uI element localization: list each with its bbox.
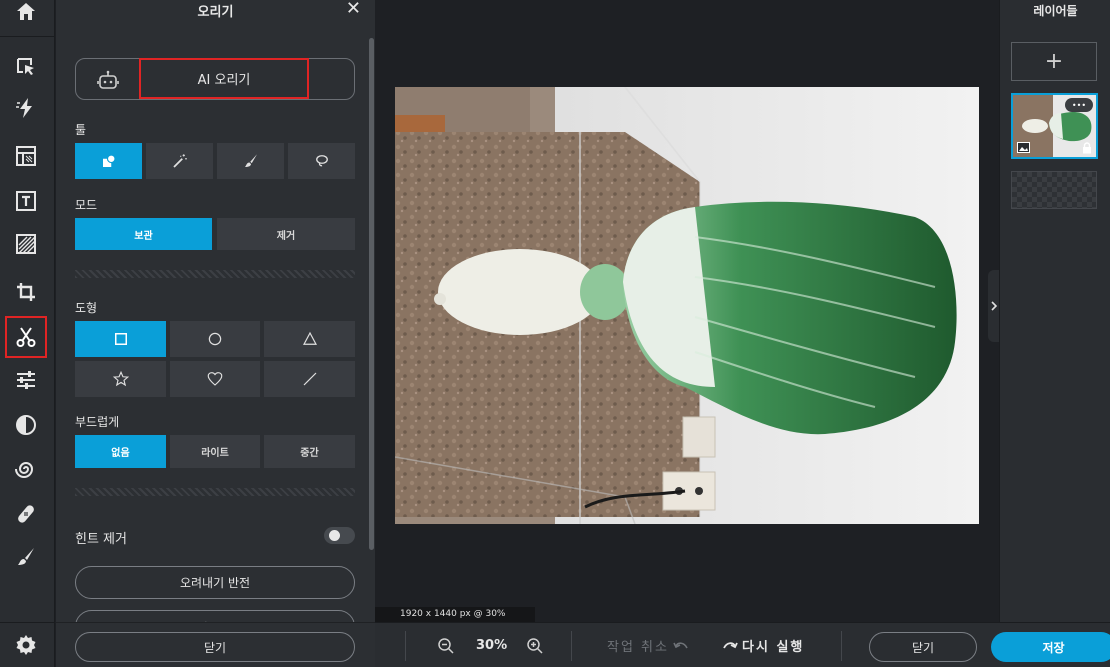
- layers-title: 레이어들: [1033, 3, 1078, 18]
- texture-pattern-icon[interactable]: [6, 224, 46, 264]
- layer-more-button[interactable]: •••: [1065, 98, 1093, 112]
- square-icon: [114, 333, 127, 345]
- magic-wand-icon: [172, 154, 187, 168]
- crop-icon[interactable]: [6, 272, 46, 312]
- cabbage-photo: [395, 87, 979, 524]
- mode-keep-button[interactable]: 보관: [75, 218, 212, 250]
- ai-cutout-button[interactable]: AI 오리기: [75, 58, 355, 100]
- retouch-bandage-icon[interactable]: [6, 494, 46, 534]
- panel-scrollbar[interactable]: [369, 38, 374, 550]
- shape-triangle-button[interactable]: [264, 321, 355, 357]
- left-toolbar: [0, 0, 55, 667]
- shape-star-button[interactable]: [75, 361, 166, 397]
- layer-thumbnail-empty[interactable]: [1011, 171, 1097, 209]
- contrast-filter-icon[interactable]: [6, 405, 46, 445]
- triangle-icon: [302, 331, 317, 345]
- lock-icon[interactable]: [1082, 142, 1092, 154]
- panel-footer: 닫기: [56, 622, 375, 667]
- tools-label: 툴: [75, 123, 87, 137]
- invert-cutout-button[interactable]: 오려내기 반전: [75, 566, 355, 599]
- mode-keep-label: 보관: [134, 230, 153, 242]
- hint-remove-label: 힌트 제거: [75, 532, 127, 547]
- redo-arrow-icon: [723, 641, 738, 648]
- mode-label: 모드: [75, 198, 98, 212]
- chevron-right-icon: [991, 301, 998, 311]
- toggle-knob: [329, 530, 340, 541]
- draw-brush-icon[interactable]: [6, 537, 46, 577]
- layers-panel: 레이어들 + •••: [999, 0, 1110, 622]
- ai-cutout-label: AI 오리기: [139, 58, 309, 99]
- shape-square-button[interactable]: [75, 321, 166, 357]
- text-tool-icon[interactable]: [6, 181, 46, 221]
- resolution-label: 1920 x 1440 px @ 30%: [375, 607, 535, 622]
- heart-icon: [207, 372, 223, 386]
- panel-title: 오리기: [197, 4, 234, 20]
- redo-button[interactable]: 다시 실행: [722, 623, 804, 667]
- cutout-scissors-icon[interactable]: [5, 316, 47, 358]
- close-button[interactable]: 닫기: [869, 632, 977, 662]
- shape-label: 도형: [75, 301, 98, 315]
- smooth-medium-label: 중간: [300, 448, 319, 459]
- smooth-none-button[interactable]: 없음: [75, 435, 166, 468]
- quick-edit-bolt-icon[interactable]: [6, 88, 46, 128]
- circle-icon: [208, 332, 222, 346]
- shape-circle-button[interactable]: [170, 321, 260, 357]
- zoom-in-icon[interactable]: [526, 623, 544, 667]
- smooth-light-button[interactable]: 라이트: [170, 435, 260, 468]
- undo-arrow-icon: [673, 641, 688, 648]
- brush-icon: [244, 154, 257, 167]
- layout-grid-icon[interactable]: [6, 136, 46, 176]
- bottom-bar-divider: [571, 631, 572, 661]
- magic-wand-tool-button[interactable]: [146, 143, 213, 179]
- section-divider: [75, 488, 355, 496]
- smooth-light-label: 라이트: [201, 448, 229, 459]
- panel-close-button[interactable]: 닫기: [75, 632, 355, 662]
- cutout-panel: 오리기 ✕ AI 오리기 툴 모드 보관 제거 도형 부드럽게 없음 라이트 중…: [56, 0, 375, 667]
- smooth-none-label: 없음: [111, 448, 130, 459]
- settings-gear-icon[interactable]: [6, 625, 46, 665]
- adjust-sliders-icon[interactable]: [6, 360, 46, 400]
- brush-tool-button[interactable]: [217, 143, 284, 179]
- canvas-image[interactable]: [395, 87, 979, 524]
- home-icon[interactable]: [6, 0, 46, 32]
- mode-remove-button[interactable]: 제거: [217, 218, 355, 250]
- toolbar-divider-bottom: [0, 622, 55, 623]
- line-icon: [303, 372, 316, 386]
- effects-swirl-icon[interactable]: [6, 449, 46, 489]
- bottom-bar: 30% 작업 취소 다시 실행 닫기 저장: [375, 622, 1110, 667]
- close-icon[interactable]: ✕: [346, 0, 361, 18]
- shape-fill-icon: [102, 154, 116, 167]
- undo-button[interactable]: 작업 취소: [607, 623, 689, 667]
- smooth-label: 부드럽게: [75, 415, 120, 429]
- layer-thumbnail-image[interactable]: •••: [1011, 93, 1098, 159]
- section-divider: [75, 270, 355, 278]
- lasso-tool-button[interactable]: [288, 143, 355, 179]
- mode-remove-label: 제거: [276, 230, 296, 242]
- bottom-bar-divider: [405, 631, 406, 661]
- smooth-medium-button[interactable]: 중간: [264, 435, 355, 468]
- redo-label: 다시 실행: [742, 640, 805, 655]
- zoom-level[interactable]: 30%: [476, 623, 507, 667]
- lasso-icon: [315, 155, 328, 167]
- undo-label: 작업 취소: [607, 640, 669, 655]
- toolbar-divider: [0, 36, 55, 37]
- add-layer-button[interactable]: +: [1011, 42, 1097, 81]
- photo-editor-app: 오리기 ✕ AI 오리기 툴 모드 보관 제거 도형 부드럽게 없음 라이트 중…: [0, 0, 1110, 667]
- select-arrow-icon[interactable]: [6, 47, 46, 87]
- robot-icon: [97, 70, 119, 89]
- canvas-area[interactable]: 1920 x 1440 px @ 30%: [375, 0, 999, 622]
- shape-heart-button[interactable]: [170, 361, 260, 397]
- shape-line-button[interactable]: [264, 361, 355, 397]
- image-layer-icon: [1017, 142, 1030, 153]
- bottom-bar-divider: [841, 631, 842, 661]
- shape-select-tool-button[interactable]: [75, 143, 142, 179]
- hint-remove-toggle[interactable]: [324, 527, 355, 544]
- zoom-out-icon[interactable]: [437, 623, 455, 667]
- save-button[interactable]: 저장: [991, 632, 1110, 662]
- star-icon: [112, 370, 129, 387]
